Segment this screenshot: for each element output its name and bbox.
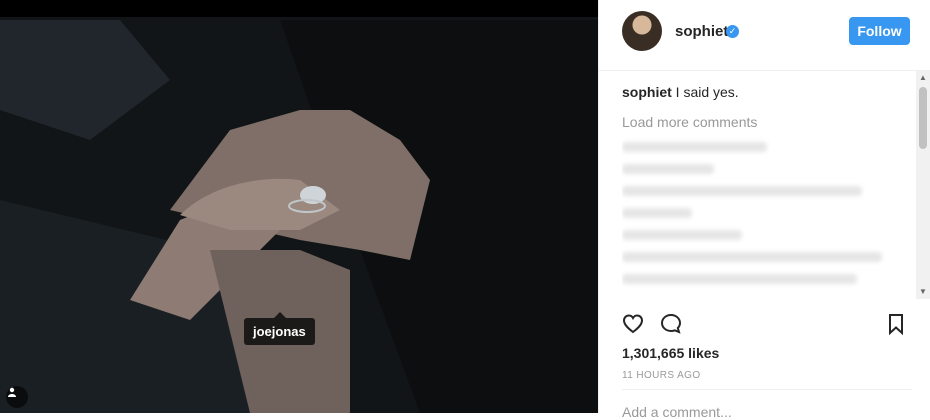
caption-text: I said yes. xyxy=(675,84,739,100)
heart-icon[interactable] xyxy=(621,312,645,336)
post-photo[interactable]: joejonas xyxy=(0,0,598,413)
comments-scrollbar[interactable]: ▲ ▼ xyxy=(916,71,930,299)
avatar[interactable] xyxy=(622,11,662,51)
verified-icon: ✓ xyxy=(726,25,739,38)
scroll-up-icon[interactable]: ▲ xyxy=(918,73,928,83)
follow-button[interactable]: Follow xyxy=(849,17,910,45)
blurred-comment xyxy=(622,164,714,174)
hands-illustration xyxy=(0,17,598,413)
blurred-comment xyxy=(622,230,742,240)
scroll-thumb[interactable] xyxy=(919,87,927,149)
blurred-comment xyxy=(622,274,857,284)
blurred-comment xyxy=(622,186,862,196)
post-panel: sophiet ✓ Follow sophiet I said yes. Loa… xyxy=(598,0,930,420)
post-actions xyxy=(621,312,911,336)
scroll-down-icon[interactable]: ▼ xyxy=(918,287,928,297)
post-time[interactable]: 11 HOURS AGO xyxy=(622,370,701,381)
blurred-comment xyxy=(622,142,767,152)
person-icon[interactable] xyxy=(6,386,28,408)
caption: sophiet I said yes. xyxy=(622,84,912,100)
bookmark-icon[interactable] xyxy=(884,312,908,336)
comments-section: sophiet I said yes. Load more comments xyxy=(622,84,912,300)
caption-username[interactable]: sophiet xyxy=(622,84,672,100)
blurred-comment xyxy=(622,252,882,262)
photo-tag[interactable]: joejonas xyxy=(244,312,315,345)
blurred-comment xyxy=(622,208,692,218)
likes-count[interactable]: 1,301,665 likes xyxy=(622,345,719,361)
post-header: sophiet ✓ Follow xyxy=(599,0,930,71)
load-more-comments[interactable]: Load more comments xyxy=(622,114,912,130)
divider xyxy=(622,389,912,390)
add-comment-field[interactable]: Add a comment... xyxy=(622,404,732,420)
username[interactable]: sophiet xyxy=(675,23,728,40)
comment-icon[interactable] xyxy=(659,312,683,336)
